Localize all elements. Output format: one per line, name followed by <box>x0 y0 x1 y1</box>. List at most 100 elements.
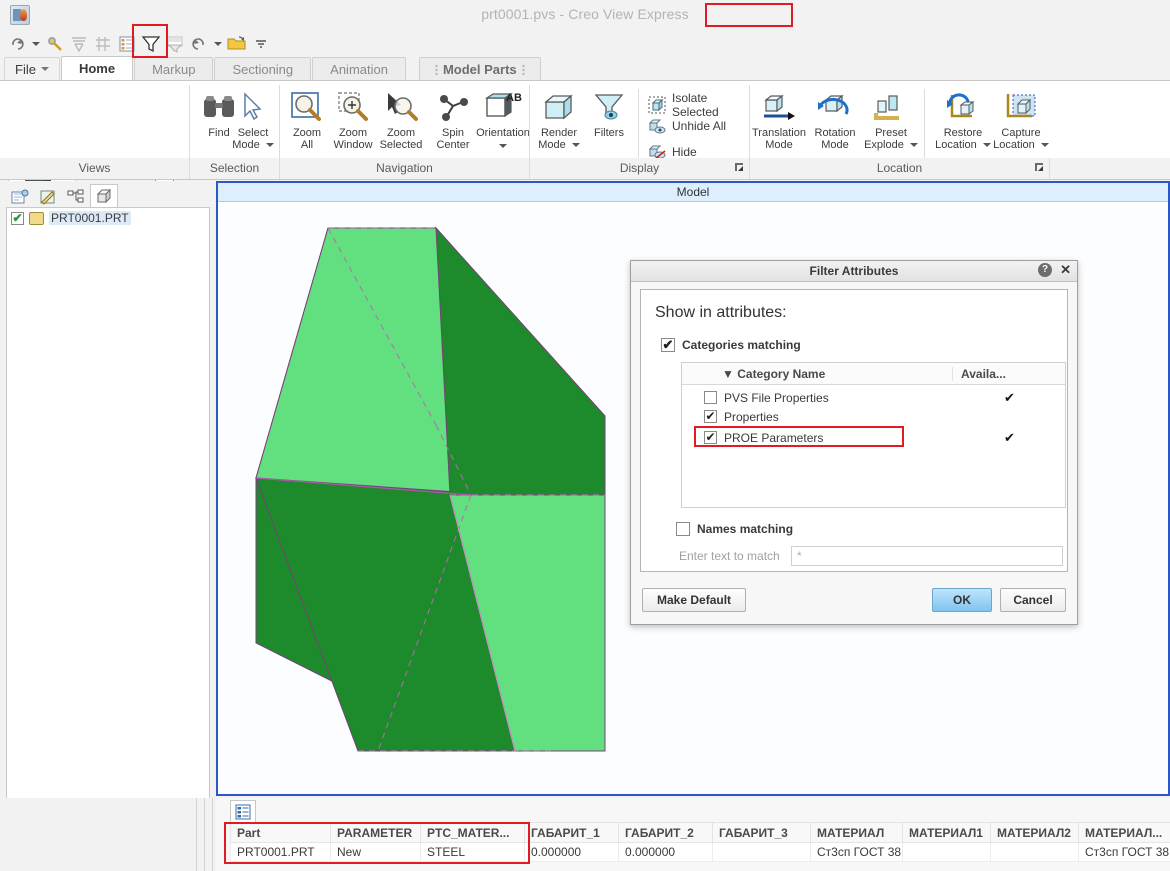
translation-mode-button[interactable]: Translation Mode <box>750 87 808 151</box>
ok-button[interactable]: OK <box>932 588 992 612</box>
display-dialog-launcher-icon[interactable] <box>734 162 745 173</box>
tab-animation[interactable]: Animation <box>312 57 406 80</box>
column-header-material-more[interactable]: МАТЕРИАЛ... <box>1078 822 1170 843</box>
hierarchy-tab-icon[interactable] <box>62 186 90 208</box>
filter-attributes-icon[interactable] <box>140 33 162 55</box>
table-row[interactable]: PVS File Properties ✔ <box>682 388 1065 407</box>
cell-material1[interactable] <box>902 842 991 862</box>
cell-part[interactable]: PRT0001.PRT <box>230 842 331 862</box>
names-matching-checkbox[interactable] <box>676 522 690 536</box>
select-mode-label-1: Select <box>237 127 269 139</box>
row-checkbox-pvs-file-properties[interactable] <box>704 391 717 404</box>
dialog-title-bar[interactable]: Filter Attributes ? ✕ <box>631 261 1077 282</box>
highlight-icon[interactable] <box>44 33 66 55</box>
chevron-down-icon-capture[interactable] <box>1040 143 1049 148</box>
orientation-button[interactable]: AB Orientation <box>472 87 534 151</box>
table-row[interactable]: PRT0001.PRT New STEEL 0.000000 0.000000 … <box>230 842 1170 862</box>
cell-material2[interactable] <box>990 842 1079 862</box>
chevron-down-icon-orientation[interactable] <box>499 144 507 148</box>
tab-sectioning[interactable]: Sectioning <box>214 57 312 80</box>
chevron-down-icon[interactable] <box>265 143 274 148</box>
column-header-material[interactable]: МАТЕРИАЛ <box>810 822 903 843</box>
names-matching-row[interactable]: Names matching <box>676 522 1067 536</box>
structure-tab-icon[interactable] <box>6 186 34 208</box>
list-item[interactable]: PRT0001.PRT <box>7 208 209 228</box>
capture-location-button[interactable]: Capture Location <box>992 87 1050 151</box>
cell-gabarit-3[interactable] <box>712 842 811 862</box>
cancel-button[interactable]: Cancel <box>1000 588 1066 612</box>
row-checkbox-properties[interactable] <box>704 410 717 423</box>
column-header-gabarit-3[interactable]: ГАБАРИТ_3 <box>712 822 811 843</box>
translation-mode-icon <box>750 87 808 127</box>
categories-matching-row[interactable]: Categories matching <box>661 338 1067 352</box>
column-header-category-name[interactable]: ▼ Category Name <box>682 367 952 381</box>
match-text-input[interactable]: * <box>791 546 1063 566</box>
chevron-down-icon-explode[interactable] <box>909 143 918 148</box>
tab-home[interactable]: Home <box>60 56 134 80</box>
isolate-selected-icon <box>648 96 666 114</box>
cell-material-more[interactable]: Ст3сп ГОСТ 38... <box>1078 842 1170 862</box>
cell-material[interactable]: Ст3сп ГОСТ 38... <box>810 842 903 862</box>
cell-gabarit-2[interactable]: 0.000000 <box>618 842 713 862</box>
zoom-window-button[interactable]: Zoom Window <box>326 87 380 151</box>
vertical-scrollbar-2[interactable] <box>204 798 210 871</box>
column-header-part[interactable]: Part <box>230 822 331 843</box>
column-header-material2[interactable]: МАТЕРИАЛ2 <box>990 822 1079 843</box>
table-row[interactable]: PROE Parameters ✔ <box>682 426 1065 447</box>
open-file-icon[interactable] <box>226 33 248 55</box>
attributes-table-tab-icon[interactable] <box>230 800 256 822</box>
column-header-gabarit-2[interactable]: ГАБАРИТ_2 <box>618 822 713 843</box>
tab-markup[interactable]: Markup <box>134 57 214 80</box>
preset-explode-button[interactable]: Preset Explode <box>862 87 920 151</box>
column-header-available[interactable]: Availa... <box>952 366 1065 381</box>
grid-snap-icon[interactable] <box>92 33 114 55</box>
vertical-scrollbar-1[interactable] <box>196 798 202 871</box>
quick-access-toolbar <box>0 30 1170 57</box>
group-label-views: Views <box>0 158 190 179</box>
table-filter-icon[interactable] <box>164 33 186 55</box>
undo-dropdown-icon[interactable] <box>212 33 224 55</box>
attributes-list-icon[interactable] <box>116 33 138 55</box>
redo-icon[interactable] <box>6 33 28 55</box>
column-header-parameter[interactable]: PARAMETER <box>330 822 421 843</box>
model-tree-tab-icon[interactable] <box>90 184 118 208</box>
unhide-all-button[interactable]: Unhide All <box>648 117 726 135</box>
close-icon[interactable]: ✕ <box>1060 263 1071 277</box>
categories-matching-checkbox[interactable] <box>661 338 675 352</box>
filters-button[interactable]: Filters <box>582 87 636 139</box>
tab-model-parts[interactable]: Model Parts <box>418 57 541 80</box>
model-tree[interactable]: PRT0001.PRT <box>6 207 210 861</box>
tab-file[interactable]: File <box>4 57 60 80</box>
attributes-table[interactable]: Part PARAMETER PTC_MATER... ГАБАРИТ_1 ГА… <box>230 822 1170 862</box>
render-mode-button[interactable]: Render Mode <box>532 87 586 151</box>
select-mode-button[interactable]: Select Mode <box>226 87 280 151</box>
markup-tab-icon[interactable] <box>34 186 62 208</box>
isolate-selected-button[interactable]: Isolate Selected <box>648 91 750 119</box>
zoom-selected-button[interactable]: Zoom Selected <box>374 87 428 151</box>
chevron-down-icon-render[interactable] <box>571 143 580 148</box>
table-row[interactable]: Properties <box>682 407 1065 426</box>
tab-animation-label: Animation <box>330 61 388 77</box>
help-icon[interactable]: ? <box>1038 263 1053 277</box>
node-checkbox[interactable] <box>11 211 24 225</box>
unhide-all-icon <box>648 117 666 135</box>
column-header-gabarit-1[interactable]: ГАБАРИТ_1 <box>524 822 619 843</box>
customize-toolbar-icon[interactable] <box>250 33 272 55</box>
row-checkbox-proe-parameters[interactable] <box>704 431 717 444</box>
cell-ptc-material[interactable]: STEEL <box>420 842 525 862</box>
column-header-ptc-material[interactable]: PTC_MATER... <box>420 822 525 843</box>
undo-icon[interactable] <box>188 33 210 55</box>
column-header-material1[interactable]: МАТЕРИАЛ1 <box>902 822 991 843</box>
dialog-footer: Make Default OK Cancel <box>640 588 1068 614</box>
restore-location-button[interactable]: Restore Location <box>934 87 992 151</box>
cell-parameter[interactable]: New <box>330 842 421 862</box>
rotation-mode-button[interactable]: Rotation Mode <box>808 87 862 151</box>
quick-access-dropdown-icon[interactable] <box>30 33 42 55</box>
chevron-down-icon-restore[interactable] <box>982 143 991 148</box>
category-list[interactable]: ▼ Category Name Availa... PVS File Prope… <box>681 362 1066 508</box>
cell-gabarit-1[interactable]: 0.000000 <box>524 842 619 862</box>
filter-attributes-dialog[interactable]: Filter Attributes ? ✕ Show in attributes… <box>630 260 1078 625</box>
location-dialog-launcher-icon[interactable] <box>1034 162 1045 173</box>
filter-tree-icon[interactable] <box>68 33 90 55</box>
make-default-button[interactable]: Make Default <box>642 588 747 612</box>
